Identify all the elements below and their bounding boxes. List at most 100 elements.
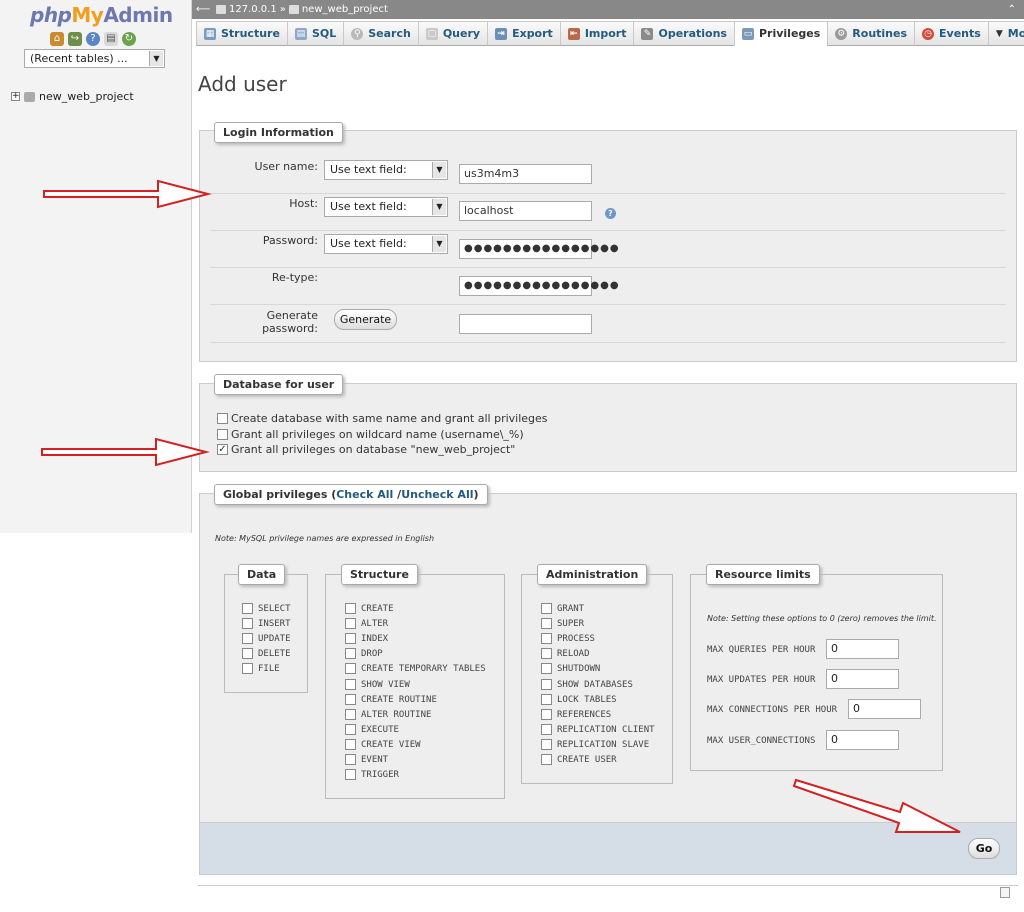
privilege-checkbox[interactable] [541, 724, 552, 735]
generated-password-input[interactable] [459, 314, 592, 334]
privilege-checkbox[interactable] [345, 679, 356, 690]
tab-routines[interactable]: ⚙ Routines [827, 21, 916, 46]
privilege-checkbox[interactable] [345, 709, 356, 720]
privilege-show-view[interactable]: SHOW VIEW [345, 679, 410, 690]
host-input[interactable]: localhost [459, 201, 592, 221]
username-mode-select[interactable]: Use text field: ▼ [324, 160, 448, 180]
wildcard-privileges-checkbox[interactable] [217, 429, 228, 440]
privilege-checkbox[interactable] [541, 618, 552, 629]
breadcrumb-database[interactable]: new_web_project [302, 0, 388, 19]
privilege-checkbox[interactable] [345, 663, 356, 674]
create-database-checkbox[interactable] [217, 413, 228, 424]
expand-icon[interactable]: + [11, 92, 20, 101]
home-icon[interactable]: ⌂ [50, 32, 64, 46]
privilege-checkbox[interactable] [541, 739, 552, 750]
privilege-alter-routine[interactable]: ALTER ROUTINE [345, 709, 431, 720]
privilege-checkbox[interactable] [242, 618, 253, 629]
documentation-icon[interactable]: ▤ [104, 32, 118, 46]
privilege-checkbox[interactable] [345, 739, 356, 750]
privilege-checkbox[interactable] [345, 633, 356, 644]
retype-password-input[interactable]: ●●●●●●●●●●●●●●●● [459, 276, 619, 296]
recent-tables-select[interactable]: (Recent tables) ... ▼ [24, 49, 165, 68]
privilege-checkbox[interactable] [345, 694, 356, 705]
reload-icon[interactable]: ↻ [122, 32, 136, 46]
privilege-checkbox[interactable] [345, 648, 356, 659]
privilege-checkbox[interactable] [345, 603, 356, 614]
max-queries-input[interactable]: 0 [826, 639, 899, 659]
check-all-link[interactable]: Check All [336, 488, 393, 501]
database-link[interactable]: new_web_project [39, 90, 134, 103]
tab-search[interactable]: ⚲ Search [343, 21, 419, 46]
phpmyadmin-logo[interactable]: phpMyAdmin [30, 3, 173, 27]
password-input[interactable]: ●●●●●●●●●●●●●●●● [459, 239, 619, 259]
privilege-trigger[interactable]: TRIGGER [345, 769, 399, 780]
tab-import[interactable]: ⇤ Import [559, 21, 635, 46]
privilege-replication-client[interactable]: REPLICATION CLIENT [541, 724, 655, 735]
tab-more[interactable]: ▼More [987, 21, 1024, 46]
privilege-update[interactable]: UPDATE [242, 633, 291, 644]
max-updates-input[interactable]: 0 [826, 669, 899, 689]
tab-export[interactable]: ⇥ Export [487, 21, 561, 46]
privilege-shutdown[interactable]: SHUTDOWN [541, 663, 600, 674]
wildcard-privileges-option[interactable]: Grant all privileges on wildcard name (u… [217, 428, 524, 441]
privilege-select[interactable]: SELECT [242, 603, 291, 614]
privilege-checkbox[interactable] [541, 633, 552, 644]
privilege-checkbox[interactable] [242, 663, 253, 674]
generate-button[interactable]: Generate [334, 309, 397, 330]
privilege-replication-slave[interactable]: REPLICATION SLAVE [541, 739, 649, 750]
privilege-create[interactable]: CREATE [345, 603, 394, 614]
privilege-checkbox[interactable] [541, 603, 552, 614]
tab-events[interactable]: ◷ Events [914, 21, 989, 46]
tab-sql[interactable]: ▤ SQL [286, 21, 345, 46]
privilege-references[interactable]: REFERENCES [541, 709, 611, 720]
privilege-checkbox[interactable] [345, 754, 356, 765]
host-mode-select[interactable]: Use text field: ▼ [324, 197, 448, 217]
privilege-checkbox[interactable] [541, 754, 552, 765]
privilege-create-routine[interactable]: CREATE ROUTINE [345, 694, 437, 705]
privilege-create-view[interactable]: CREATE VIEW [345, 739, 421, 750]
tab-privileges[interactable]: ▭ Privileges [733, 21, 829, 46]
privilege-checkbox[interactable] [541, 694, 552, 705]
privilege-lock-tables[interactable]: LOCK TABLES [541, 694, 617, 705]
privilege-grant[interactable]: GRANT [541, 603, 584, 614]
privilege-create-temporary-tables[interactable]: CREATE TEMPORARY TABLES [345, 663, 486, 674]
privilege-show-databases[interactable]: SHOW DATABASES [541, 679, 633, 690]
back-arrow-icon[interactable]: ⟵ [196, 0, 210, 19]
privilege-checkbox[interactable] [541, 648, 552, 659]
tab-query[interactable]: ▢ Query [417, 21, 489, 46]
username-input[interactable]: us3m4m3 [459, 164, 592, 184]
database-tree-item[interactable]: + new_web_project [11, 90, 134, 103]
privilege-execute[interactable]: EXECUTE [345, 724, 399, 735]
privilege-checkbox[interactable] [242, 633, 253, 644]
database-privileges-checkbox[interactable]: ✓ [217, 444, 228, 455]
privilege-checkbox[interactable] [345, 618, 356, 629]
privilege-checkbox[interactable] [541, 663, 552, 674]
collapse-icon[interactable]: ⌃ [1008, 0, 1016, 19]
privilege-checkbox[interactable] [541, 679, 552, 690]
breadcrumb-server[interactable]: 127.0.0.1 [229, 0, 277, 19]
max-connections-input[interactable]: 0 [848, 699, 921, 719]
max-user-connections-input[interactable]: 0 [826, 730, 899, 750]
privilege-super[interactable]: SUPER [541, 618, 584, 629]
console-icon[interactable] [1000, 887, 1010, 898]
privilege-insert[interactable]: INSERT [242, 618, 291, 629]
password-mode-select[interactable]: Use text field: ▼ [324, 234, 448, 254]
uncheck-all-link[interactable]: Uncheck All [401, 488, 473, 501]
privilege-file[interactable]: FILE [242, 663, 280, 674]
privilege-checkbox[interactable] [345, 769, 356, 780]
privilege-drop[interactable]: DROP [345, 648, 383, 659]
privilege-delete[interactable]: DELETE [242, 648, 291, 659]
privilege-create-user[interactable]: CREATE USER [541, 754, 617, 765]
privilege-index[interactable]: INDEX [345, 633, 388, 644]
logout-icon[interactable]: ↪ [68, 32, 82, 46]
privilege-reload[interactable]: RELOAD [541, 648, 590, 659]
tab-operations[interactable]: ✎ Operations [633, 21, 735, 46]
help-icon[interactable]: ? [86, 32, 100, 46]
privilege-alter[interactable]: ALTER [345, 618, 388, 629]
go-button[interactable]: Go [968, 838, 1000, 859]
privilege-checkbox[interactable] [541, 709, 552, 720]
privilege-checkbox[interactable] [345, 724, 356, 735]
create-database-option[interactable]: Create database with same name and grant… [217, 412, 548, 425]
help-icon[interactable]: ? [605, 208, 616, 219]
privilege-checkbox[interactable] [242, 648, 253, 659]
